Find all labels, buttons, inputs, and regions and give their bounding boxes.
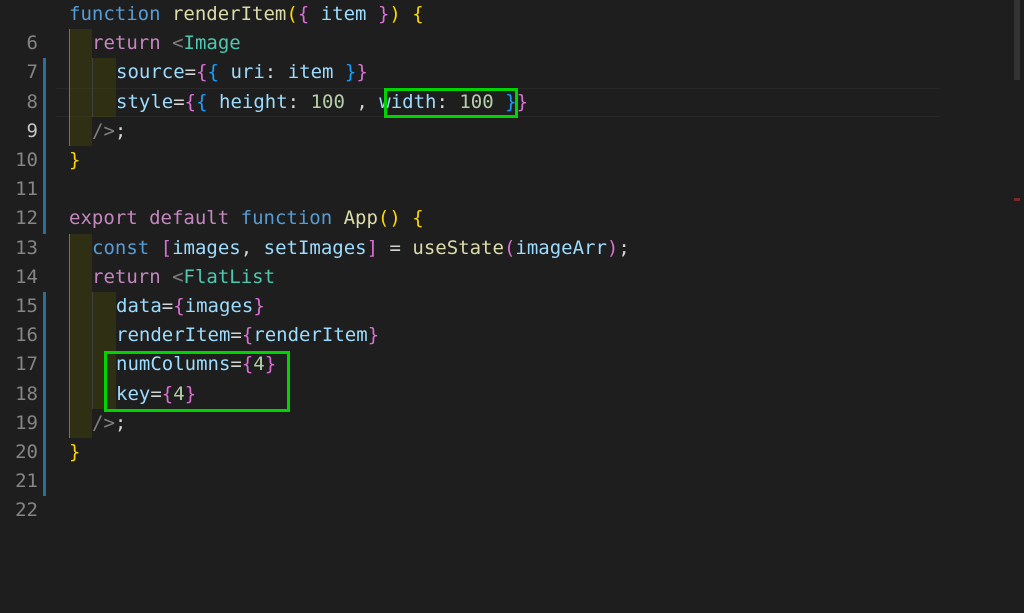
scrollbar-thumb[interactable] — [1014, 0, 1020, 80]
indent-guide — [69, 262, 70, 292]
indent-guide — [69, 116, 70, 146]
line-number: 22 — [15, 499, 38, 522]
code-line[interactable]: 15 return <FlatList — [0, 262, 1024, 351]
code-line[interactable]: 6 function renderItem({ item }) { — [0, 0, 1024, 88]
indent-guide — [69, 321, 70, 351]
indent-guide — [69, 350, 70, 380]
code-line[interactable]: 7 return <Image — [0, 29, 1024, 117]
indent-guide — [69, 87, 70, 117]
indent-highlight — [69, 233, 92, 263]
highlight-box-width — [384, 88, 518, 118]
code-line[interactable]: 17 renderItem={renderItem} — [0, 321, 1024, 409]
code-line[interactable]: 12 — [0, 175, 1024, 229]
indent-guide — [69, 233, 70, 263]
indent-highlight — [69, 116, 92, 146]
indent-guide — [92, 292, 93, 322]
code-line[interactable]: 20 />; — [0, 408, 1024, 497]
code-line[interactable]: 14 const [images, setImages] = useState(… — [0, 233, 1024, 322]
indent-highlight — [69, 29, 92, 59]
scrollbar-error-marker — [1014, 198, 1020, 201]
indent-guide — [92, 321, 93, 351]
code-line[interactable]: 22 — [0, 467, 1024, 521]
vertical-scrollbar[interactable] — [1010, 0, 1024, 497]
code-line[interactable]: 21 } — [0, 438, 1024, 492]
indent-guide — [92, 379, 93, 409]
indent-guide — [92, 58, 93, 88]
indent-guide — [69, 292, 70, 322]
code-editor[interactable]: 6 function renderItem({ item }) { 7 retu… — [0, 0, 1024, 521]
indent-highlight — [69, 408, 92, 438]
code-line[interactable]: 10 />; — [0, 116, 1024, 205]
indent-guide — [69, 29, 70, 59]
code-line[interactable]: 13 export default function App() { — [0, 204, 1024, 258]
indent-guide — [92, 87, 93, 117]
code-line[interactable]: 16 data={images} — [0, 292, 1024, 380]
code-line[interactable]: 8 source={{ uri: item }} — [0, 58, 1024, 146]
code-line[interactable]: 11 } — [0, 146, 1024, 234]
indent-highlight — [69, 262, 92, 292]
highlight-box-numcolumns-key — [104, 351, 290, 412]
indent-guide — [69, 408, 70, 438]
indent-guide — [69, 58, 70, 88]
indent-guide — [69, 379, 70, 409]
indent-guide — [92, 350, 93, 380]
